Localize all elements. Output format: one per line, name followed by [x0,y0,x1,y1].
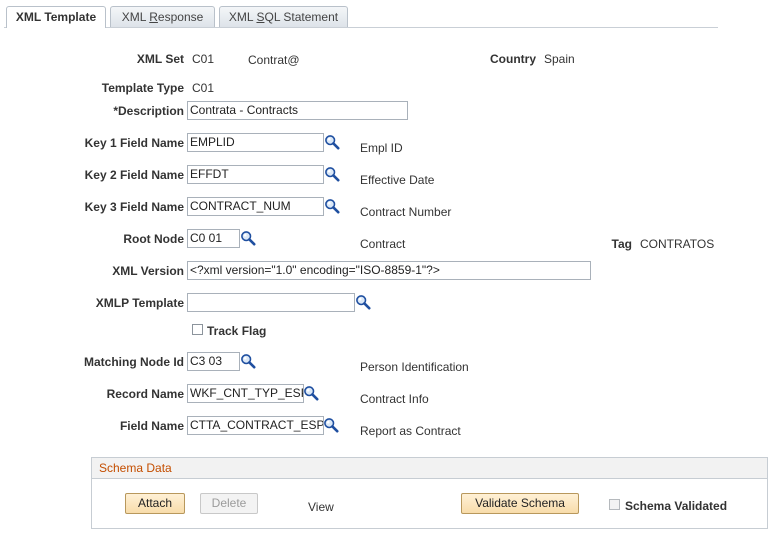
tag-value: CONTRATOS [640,237,715,251]
tag-label: Tag [611,237,632,251]
tab-label-part: esponse [157,10,204,24]
root-node-description: Contract [360,237,406,251]
key3-lookup-search-icon[interactable] [324,198,340,214]
key2-field-name-label: Key 2 Field Name [84,168,184,182]
record-name-label: Record Name [106,387,184,401]
tab-label-part: XML [228,10,257,24]
matching-node-lookup-search-icon[interactable] [240,353,256,369]
root-node-input[interactable]: C0 01 [187,229,240,248]
template-type-value: C01 [192,81,215,95]
tab-label-part: QL Statement [264,10,339,24]
key1-field-name-label: Key 1 Field Name [84,136,184,150]
description-input[interactable]: Contrata - Contracts [187,101,408,120]
schema-validated-checkbox [609,499,620,510]
view-label: View [308,500,334,514]
track-flag-checkbox[interactable] [192,324,203,335]
attach-button[interactable]: Attach [125,493,185,514]
delete-button: Delete [200,493,258,514]
description-label: *Description [113,104,184,118]
record-name-lookup-search-icon[interactable] [303,385,319,401]
key2-field-description: Effective Date [360,173,435,187]
validate-schema-button[interactable]: Validate Schema [461,493,579,514]
schema-data-title: Schema Data [99,461,172,475]
country-value: Spain [544,52,575,66]
record-name-input[interactable]: WKF_CNT_TYP_ESP [187,384,304,403]
tab-strip-line [4,27,718,28]
schema-data-header: Schema Data [92,458,767,479]
key1-lookup-search-icon[interactable] [324,134,340,150]
matching-node-id-label: Matching Node Id [84,355,184,369]
key1-field-name-input[interactable]: EMPLID [187,133,324,152]
key2-field-name-input[interactable]: EFFDT [187,165,324,184]
key3-field-description: Contract Number [360,205,452,219]
matching-node-description: Person Identification [360,360,469,374]
field-name-input[interactable]: CTTA_CONTRACT_ESP [187,416,324,435]
field-name-description: Report as Contract [360,424,461,438]
root-node-label: Root Node [123,232,184,246]
xml-set-description: Contrat@ [248,53,300,67]
schema-validated-label: Schema Validated [625,499,728,513]
record-name-description: Contract Info [360,392,429,406]
xmlp-template-input[interactable] [187,293,355,312]
key2-lookup-search-icon[interactable] [324,166,340,182]
field-name-label: Field Name [119,419,184,433]
template-type-label: Template Type [101,81,184,95]
root-node-lookup-search-icon[interactable] [240,230,256,246]
xml-version-input[interactable]: <?xml version="1.0" encoding="ISO-8859-1… [187,261,591,280]
country-label: Country [490,52,536,66]
track-flag-label: Track Flag [207,324,267,338]
schema-data-group: Schema Data [91,457,768,529]
xmlp-template-lookup-search-icon[interactable] [355,294,371,310]
key3-field-name-label: Key 3 Field Name [84,200,184,214]
key1-field-description: Empl ID [360,141,403,155]
xmlp-template-label: XMLP Template [95,296,184,310]
tab-xml-template[interactable]: XML Template [6,6,106,28]
tab-xml-sql-statement[interactable]: XML SQL Statement [219,6,348,27]
tab-label-accesskey: R [149,10,158,24]
xml-set-label: XML Set [136,52,184,66]
field-name-lookup-search-icon[interactable] [323,417,339,433]
xml-version-label: XML Version [112,264,184,278]
key3-field-name-input[interactable]: CONTRACT_NUM [187,197,324,216]
tab-xml-response[interactable]: XML Response [110,6,215,27]
xml-set-value: C01 [192,52,215,66]
matching-node-id-input[interactable]: C3 03 [187,352,240,371]
tab-label-part: XML [121,10,150,24]
